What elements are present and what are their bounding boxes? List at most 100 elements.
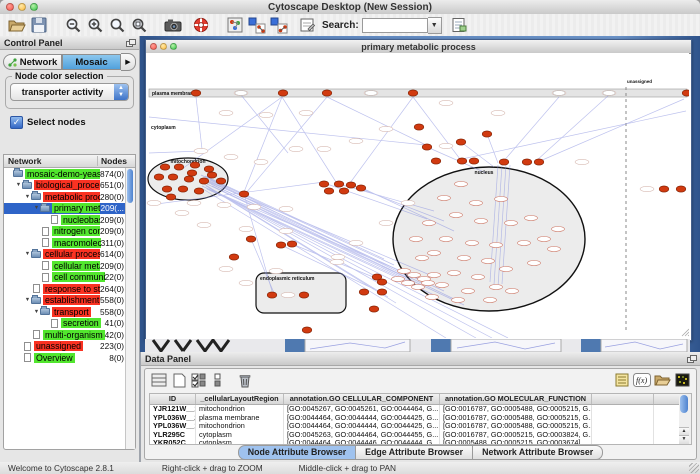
table-row[interactable]: YPL036W__2plasma membrane[GO:0044464, GO… xyxy=(150,414,679,423)
tree-item[interactable]: response to stimulu264(0) xyxy=(4,283,126,295)
tree-scrollbar[interactable] xyxy=(125,168,135,449)
page-icon xyxy=(33,284,40,293)
tree-item-count: 614(0) xyxy=(100,249,126,259)
table-row[interactable]: YPL036W__1mitochondrion[GO:0044464, GO:0… xyxy=(150,422,679,431)
table-cell: [GO:0016787, GO:0005488, GO:0005215, G..… xyxy=(440,422,592,431)
svg-text:f(x): f(x) xyxy=(636,376,647,385)
delete-attribute-button[interactable] xyxy=(235,371,255,389)
table-scrollbar-thumb[interactable] xyxy=(680,395,688,413)
tree-item-count: 42(0) xyxy=(105,330,126,340)
tree-item[interactable]: ▼metabolic process280(0) xyxy=(4,191,126,203)
help-button[interactable] xyxy=(190,15,212,35)
tree-item[interactable]: nucleobase-209(0) xyxy=(4,214,126,226)
tree-item[interactable]: unassigned223(0) xyxy=(4,341,126,353)
zoom-selected-icon xyxy=(131,17,148,34)
zoom-out-icon xyxy=(65,17,82,34)
float-panel-icon[interactable] xyxy=(126,39,135,47)
function-builder-button[interactable]: f(x) xyxy=(632,371,652,389)
tree-item[interactable]: multi-organism pro42(0) xyxy=(4,329,126,341)
zoom-fit-button[interactable] xyxy=(106,15,128,35)
float-data-panel-icon[interactable] xyxy=(687,355,696,363)
network-graph[interactable]: plasma membranecytoplasmunassignedmitoch… xyxy=(146,53,689,338)
edit-network-add-button[interactable] xyxy=(246,15,268,35)
tree-col-nodes[interactable]: Nodes xyxy=(98,156,135,166)
column-header[interactable] xyxy=(592,394,654,404)
tree-item[interactable]: ▼primary metabo209(... xyxy=(4,203,126,215)
resize-grip[interactable] xyxy=(689,463,699,473)
select-attributes-icon xyxy=(191,373,207,388)
svg-text:endoplasmic reticulum: endoplasmic reticulum xyxy=(260,276,315,282)
column-header[interactable]: _cellularLayoutRegion xyxy=(196,394,284,404)
tab-node-attribute-browser[interactable]: Node Attribute Browser xyxy=(238,445,356,460)
attribute-table[interactable]: ID_cellularLayoutRegionannotation.GO CEL… xyxy=(149,393,680,445)
table-cell: plasma membrane xyxy=(196,414,284,423)
save-session-button[interactable] xyxy=(28,15,50,35)
unselect-attributes-button[interactable] xyxy=(209,371,229,389)
tree-item[interactable]: secretion41(0) xyxy=(4,318,126,330)
table-scrollbar[interactable]: ▲ ▼ xyxy=(679,393,692,445)
status-welcome: Welcome to Cytoscape 2.8.1 xyxy=(8,463,114,473)
select-attributes-button[interactable] xyxy=(189,371,209,389)
tree-item-count: 41(0) xyxy=(105,318,126,328)
zoom-in-button[interactable] xyxy=(84,15,106,35)
tab-overflow-arrow[interactable]: ▶ xyxy=(121,53,136,71)
tree-item-label: biological_process xyxy=(34,180,100,190)
column-header[interactable]: ID xyxy=(150,394,196,404)
tab-edge-attribute-browser[interactable]: Edge Attribute Browser xyxy=(356,445,473,460)
search-dropdown-arrow[interactable]: ▼ xyxy=(428,17,442,34)
zoom-selected-button[interactable] xyxy=(128,15,150,35)
zoom-out-button[interactable] xyxy=(62,15,84,35)
node-color-select[interactable]: transporter activity ▲▼ xyxy=(10,83,129,101)
tree-scrollbar-thumb[interactable] xyxy=(127,169,133,203)
tree-item[interactable]: mosaic-demo-yeast874(0) xyxy=(4,168,126,180)
zoom-in-icon xyxy=(87,17,104,34)
new-attribute-icon xyxy=(173,373,186,388)
import-attributes-button[interactable] xyxy=(652,371,672,389)
vizmapper-button[interactable] xyxy=(224,15,246,35)
open-session-button[interactable] xyxy=(6,15,28,35)
tree-item-label: Overview xyxy=(34,353,75,363)
tab-network-attribute-browser[interactable]: Network Attribute Browser xyxy=(473,445,603,460)
tree-item-count: 558(0) xyxy=(100,307,126,317)
node-color-selection-label: Node color selection xyxy=(12,71,107,81)
search-config-button[interactable] xyxy=(448,15,470,35)
column-header[interactable]: annotation.GO CELLULAR_COMPONENT xyxy=(284,394,440,404)
tree-item[interactable]: ▼biological_process651(0) xyxy=(4,180,126,192)
tree-item[interactable]: nitrogen compo209(0) xyxy=(4,226,126,238)
tab-network[interactable]: Network xyxy=(3,54,62,70)
tree-item[interactable]: cell communicat22(0) xyxy=(4,272,126,284)
tree-item[interactable]: macromolecule311(0) xyxy=(4,237,126,249)
attr-table-header: ID_cellularLayoutRegionannotation.GO CEL… xyxy=(150,394,679,405)
matrix-button[interactable] xyxy=(672,371,692,389)
table-mode-button[interactable] xyxy=(149,371,169,389)
tree-col-network[interactable]: Network xyxy=(4,156,98,166)
new-attribute-button[interactable] xyxy=(169,371,189,389)
save-floppy-icon xyxy=(31,17,47,33)
scroll-down-arrow[interactable]: ▼ xyxy=(679,435,689,444)
tree-item[interactable]: Overview8(0) xyxy=(4,352,126,364)
tree-item-count: 209(0) xyxy=(100,226,126,236)
network-window-titlebar[interactable]: primary metabolic process xyxy=(146,40,691,54)
edit-network-delete-button[interactable] xyxy=(268,15,290,35)
column-header[interactable]: annotation.GO MOLECULAR_FUNCTION xyxy=(440,394,592,404)
tree-item[interactable]: ▼transport558(0) xyxy=(4,306,126,318)
network-canvas[interactable]: plasma membranecytoplasmunassignedmitoch… xyxy=(146,53,689,338)
select-nodes-checkbox[interactable]: ✓ xyxy=(10,116,23,129)
notes-button[interactable] xyxy=(612,371,632,389)
annotation-button[interactable] xyxy=(296,15,318,35)
page-icon xyxy=(51,215,58,224)
tree-item-count: 223(0) xyxy=(100,341,126,351)
tree-item[interactable]: ▼cellular process614(0) xyxy=(4,249,126,261)
table-row[interactable]: YJR121W__1mitochondrion[GO:0045267, GO:0… xyxy=(150,405,679,414)
page-icon xyxy=(51,319,58,328)
table-cell: YPL036W__2 xyxy=(150,414,196,423)
table-cell: [GO:0044464, GO:0044444, GO:0044425, G..… xyxy=(284,422,440,431)
zoom-fit-icon xyxy=(109,17,126,34)
folder-icon xyxy=(31,297,41,304)
search-input[interactable] xyxy=(362,18,428,33)
tree-item[interactable]: ▼establishment of lo558(0) xyxy=(4,295,126,307)
tab-mosaic[interactable]: Mosaic xyxy=(62,54,121,70)
tree-item[interactable]: cellular metabo209(0) xyxy=(4,260,126,272)
snapshot-button[interactable] xyxy=(162,15,184,35)
table-row[interactable]: YLR295Ccytoplasm[GO:0045263, GO:0044464,… xyxy=(150,431,679,440)
